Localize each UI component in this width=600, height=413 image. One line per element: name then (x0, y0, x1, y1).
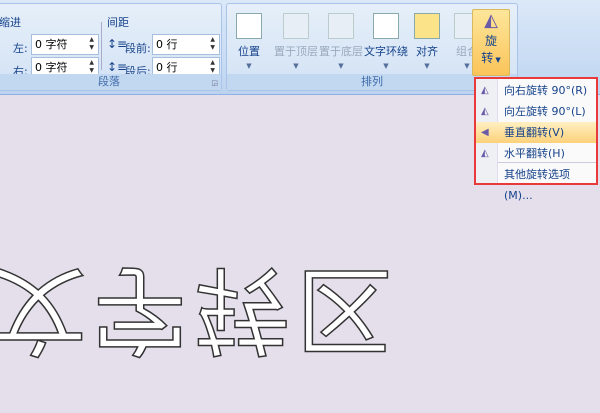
paragraph-group: 缩进 左: 0 字符 ▲ ▼ 右: 0 字符 ▲ ▼ 间距 ↕≡ 段前: 0 行 ▲ ▼ ↕… (0, 3, 222, 91)
position-button[interactable]: 位置 ▼ (229, 10, 269, 78)
bring-to-front-button[interactable]: 置于顶层 ▼ (274, 10, 318, 78)
indent-label: 缩进 (0, 16, 21, 29)
flipped-text[interactable]: 文字转区 (0, 248, 399, 387)
menu-item-flip-horizontal[interactable]: ◭ 水平翻转(H) (476, 143, 596, 164)
paragraph-group-label: 段落 (0, 74, 221, 90)
spinner-arrows-icon[interactable]: ▲ ▼ (210, 59, 215, 75)
menu-separator (498, 162, 596, 163)
menu-item-rotate-left[interactable]: ◭ 向左旋转 90°(L) (476, 101, 596, 122)
spacing-before-input[interactable]: 0 行 ▲ ▼ (152, 34, 220, 55)
divider (101, 22, 102, 70)
position-icon (236, 13, 262, 39)
menu-item-more-rotation-options[interactable]: 其他旋转选项(M)... (476, 164, 596, 202)
spinner-arrows-icon[interactable]: ▲ ▼ (89, 59, 94, 75)
flip-vertical-icon: ◀ (481, 127, 489, 138)
align-button[interactable]: 对齐 ▼ (407, 10, 447, 78)
flip-horizontal-icon: ◭ (481, 148, 489, 159)
rotate-left-icon: ◭ (481, 106, 489, 117)
menu-item-rotate-right[interactable]: ◭ 向右旋转 90°(R) (476, 80, 596, 101)
send-to-back-button[interactable]: 置于底层 ▼ (319, 10, 363, 78)
spinner-arrows-icon[interactable]: ▲ ▼ (210, 36, 215, 52)
rotate-label: 旋 (484, 34, 497, 48)
spinner-arrows-icon[interactable]: ▲ ▼ (89, 36, 94, 52)
rotate-label-2: 转 ▼ (481, 51, 501, 65)
rotate-right-icon: ◭ (481, 85, 489, 96)
indent-left-input[interactable]: 0 字符 ▲ ▼ (31, 34, 99, 55)
align-icon (414, 13, 440, 39)
send-to-back-icon (328, 13, 354, 39)
text-wrap-icon (373, 13, 399, 39)
bring-to-front-icon (283, 13, 309, 39)
rotate-menu: ◭ 向右旋转 90°(R) ◭ 向左旋转 90°(L) ◀ 垂直翻转(V) ◭ 水平翻转… (474, 77, 598, 202)
spacing-before-label: 段前: (125, 42, 151, 55)
text-wrap-button[interactable]: 文字环绕 ▼ (363, 10, 409, 78)
spacing-label: 间距 (107, 16, 129, 29)
rotate-button[interactable]: ◭ 旋 转 ▼ (472, 9, 510, 76)
indent-left-label: 左: (13, 42, 28, 55)
rotate-icon: ◭ (484, 10, 498, 31)
dialog-launcher-icon[interactable]: ◲ (211, 79, 218, 87)
menu-item-flip-vertical[interactable]: ◀ 垂直翻转(V) (476, 122, 596, 143)
